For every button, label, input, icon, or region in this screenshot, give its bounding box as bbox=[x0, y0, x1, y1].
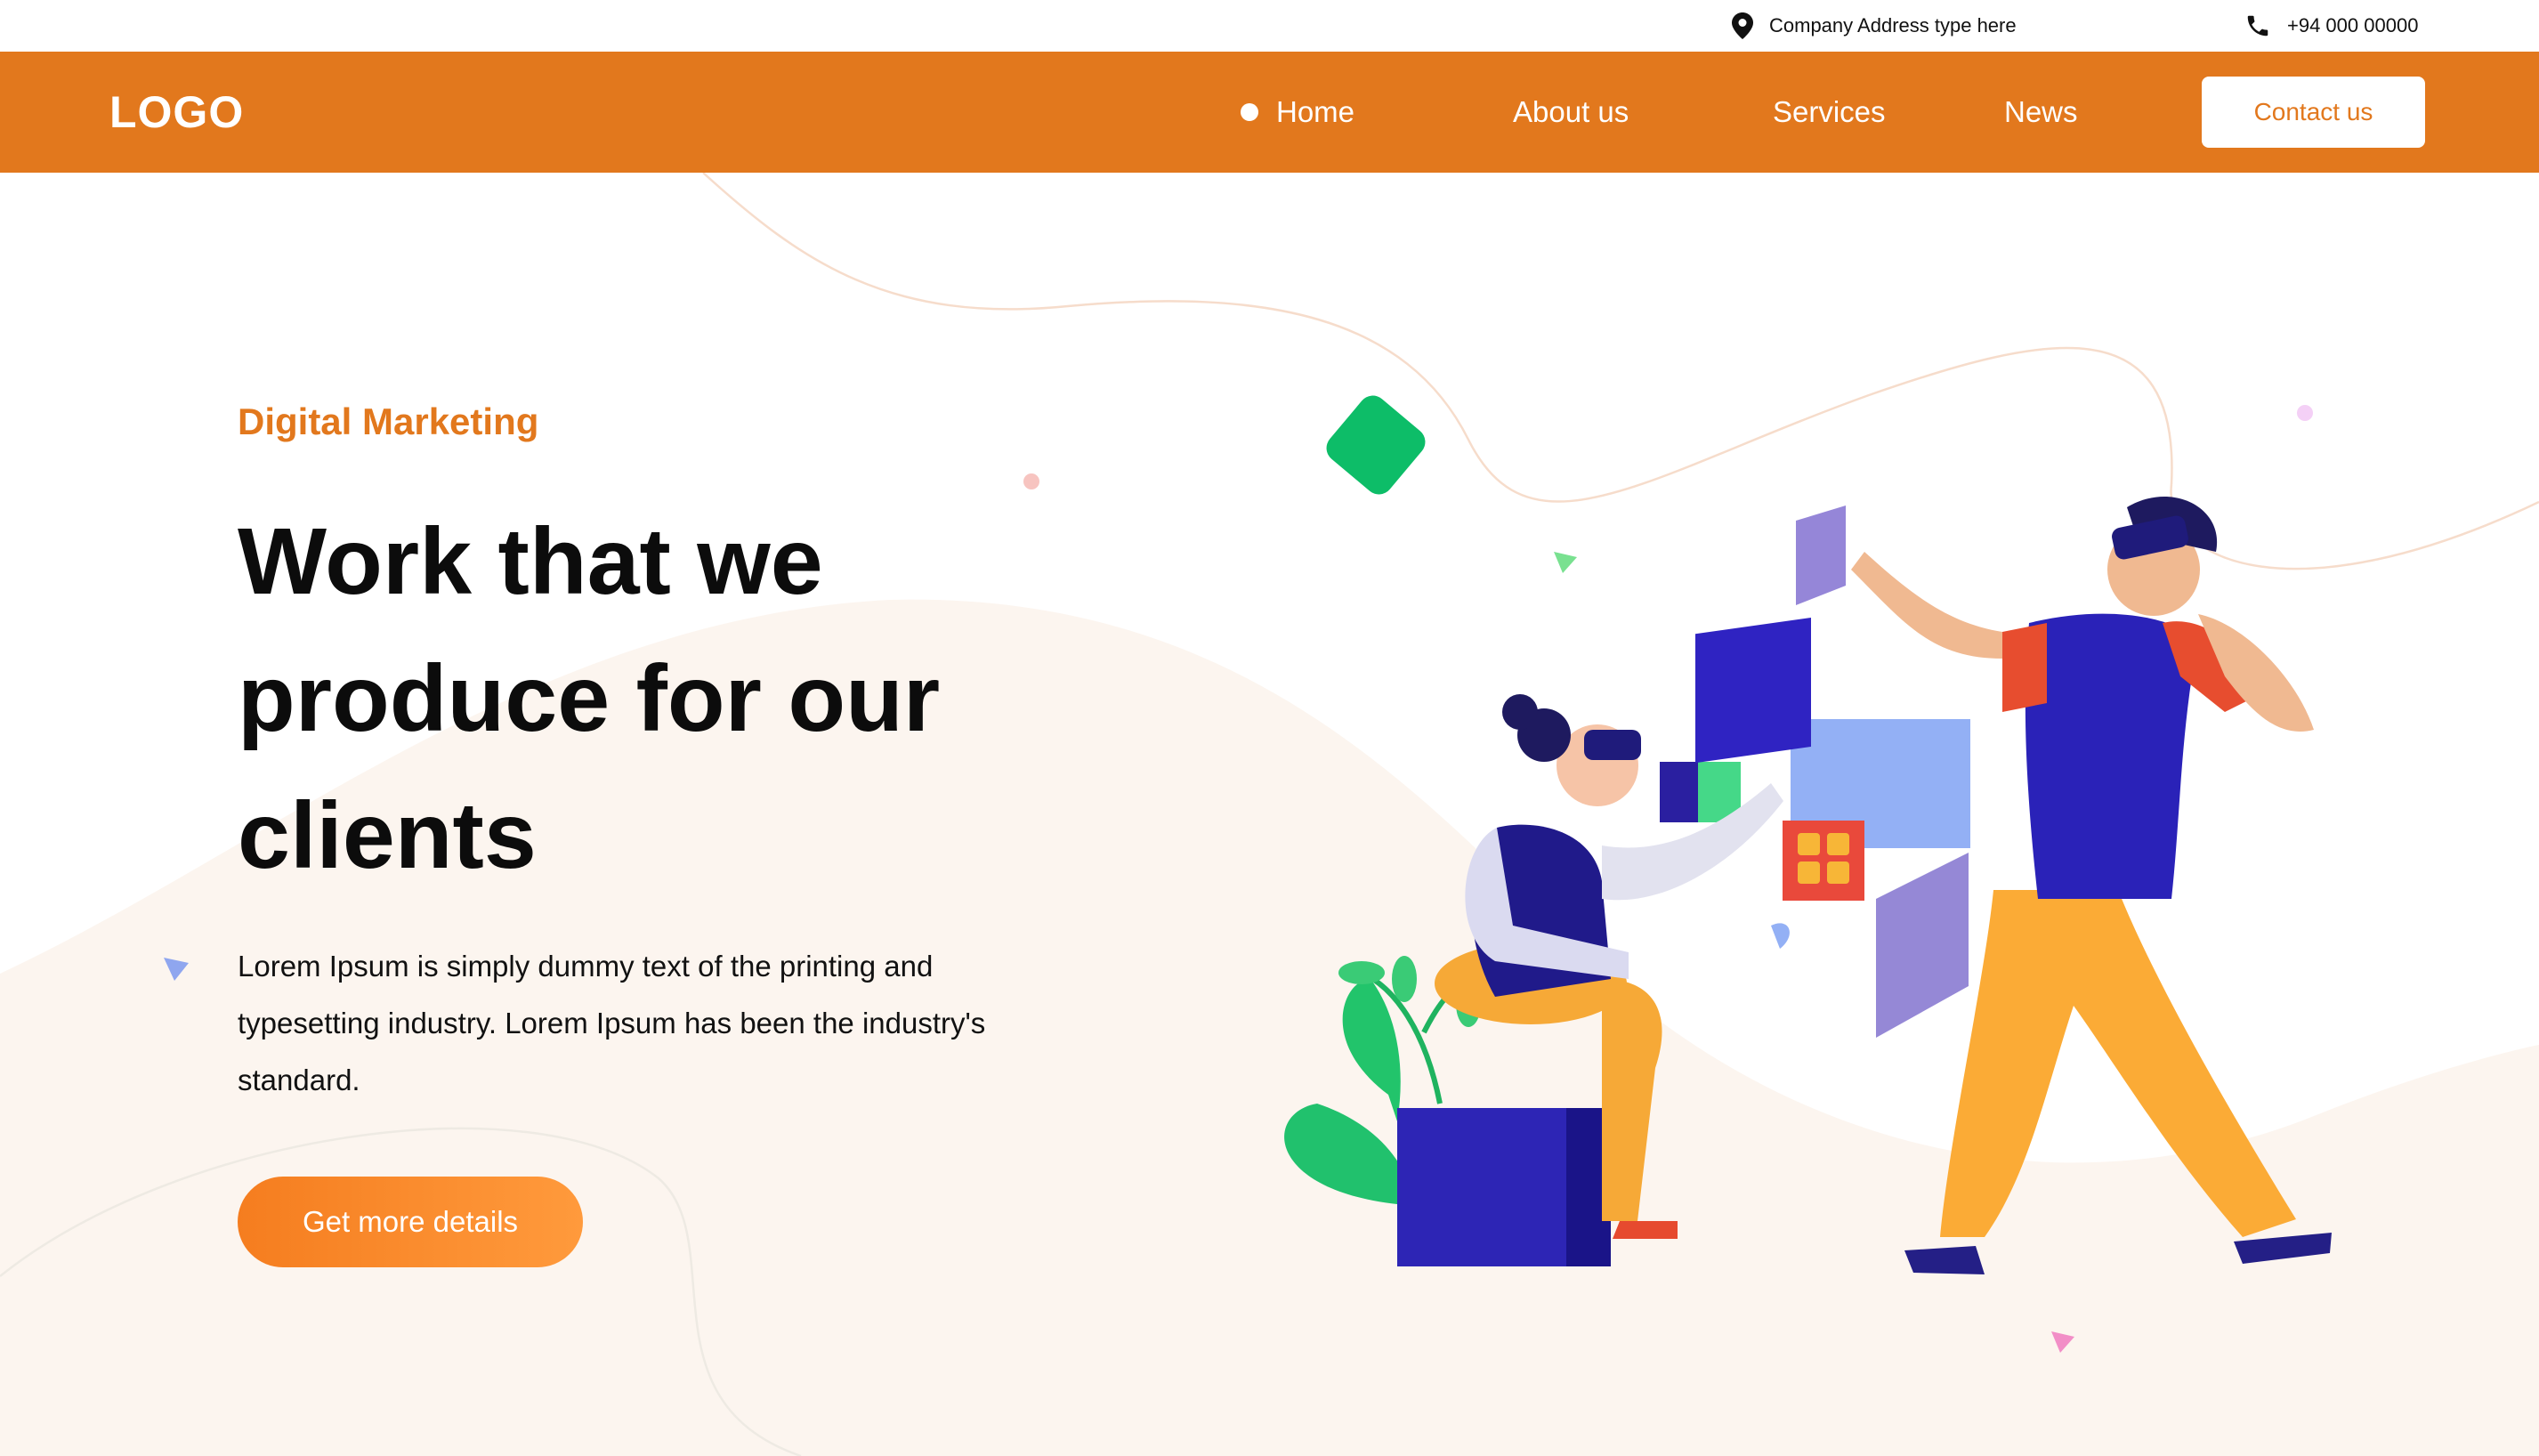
hero-eyebrow: Digital Marketing bbox=[238, 400, 539, 442]
plant-leaf bbox=[1338, 961, 1385, 984]
description-line: standard. bbox=[238, 1064, 360, 1096]
phone-icon bbox=[2247, 15, 2268, 36]
active-indicator-dot bbox=[1241, 103, 1258, 121]
address-info: Company Address type here bbox=[1732, 0, 2017, 52]
headline-line: produce for our bbox=[238, 646, 941, 751]
description-line: typesetting industry. Lorem Ipsum has be… bbox=[238, 1007, 986, 1039]
stool bbox=[1397, 1108, 1566, 1266]
nav-item-home[interactable]: Home bbox=[1241, 52, 1354, 173]
nav-item-label: News bbox=[2004, 95, 2078, 128]
location-pin-icon bbox=[1732, 12, 1753, 39]
plant-leaf bbox=[1284, 1104, 1415, 1205]
nav-item-about-us[interactable]: About us bbox=[1513, 52, 1629, 173]
plant-leaf bbox=[1392, 956, 1417, 1002]
nav-item-news[interactable]: News bbox=[2004, 52, 2078, 173]
hero-illustration bbox=[1284, 395, 2332, 1274]
hero-description: Lorem Ipsum is simply dummy text of the … bbox=[238, 938, 1128, 1109]
phone-number-text: +94 000 00000 bbox=[2287, 14, 2419, 36]
apps-grid-panel bbox=[1783, 821, 1864, 901]
nav-item-label: About us bbox=[1513, 95, 1629, 128]
man-legs bbox=[1940, 890, 2296, 1237]
get-more-details-button[interactable]: Get more details bbox=[238, 1177, 583, 1267]
headline-line: Work that we bbox=[238, 509, 823, 614]
floating-panel bbox=[1796, 506, 1846, 605]
plant-leaf bbox=[1342, 979, 1401, 1121]
vr-headset bbox=[1584, 730, 1641, 760]
top-info-bar: Company Address type here +94 000 00000 bbox=[0, 0, 2539, 52]
nav-item-label: Home bbox=[1276, 95, 1355, 128]
phone-info: +94 000 00000 bbox=[2244, 0, 2418, 52]
laptop bbox=[1695, 617, 1811, 764]
floating-panel bbox=[1660, 762, 1702, 822]
logo[interactable]: LOGO bbox=[109, 52, 244, 173]
headline-line: clients bbox=[238, 783, 537, 888]
decorative-dot bbox=[1023, 473, 1039, 489]
nav-item-label: Services bbox=[1773, 95, 1886, 128]
floating-green-tile bbox=[1326, 395, 1426, 495]
description-line: Lorem Ipsum is simply dummy text of the … bbox=[238, 950, 934, 983]
hero-section: Digital Marketing Work that we produce f… bbox=[0, 173, 2539, 1456]
contact-us-button[interactable]: Contact us bbox=[2202, 77, 2425, 148]
company-address-text: Company Address type here bbox=[1769, 14, 2017, 36]
man-torso bbox=[2025, 613, 2198, 899]
main-navbar: LOGO Home About us Services News Contact… bbox=[0, 52, 2539, 173]
nav-item-services[interactable]: Services bbox=[1773, 52, 1886, 173]
hero-headline: Work that we produce for our clients bbox=[238, 493, 1128, 904]
floating-panel bbox=[1876, 853, 1969, 1038]
